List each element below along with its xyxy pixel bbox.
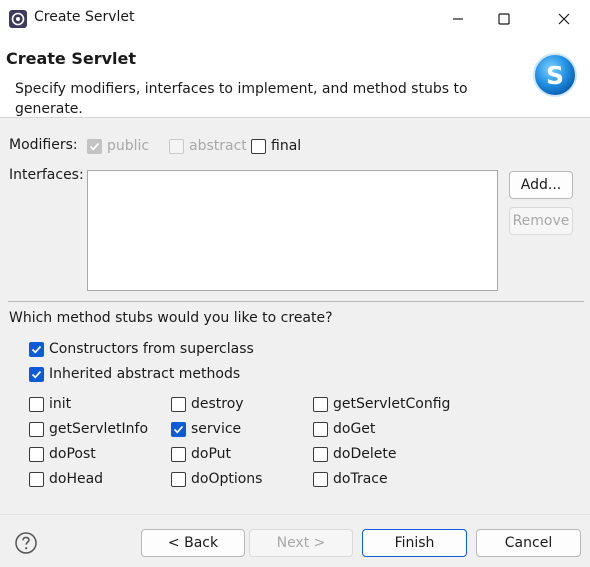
dooptions-checkbox[interactable] <box>171 471 186 487</box>
wizard-header: Create Servlet Specify modifiers, interf… <box>0 38 590 118</box>
remove-interface-button[interactable]: Remove <box>509 207 573 235</box>
interfaces-label: Interfaces: <box>9 167 84 183</box>
close-icon <box>558 13 570 25</box>
doget-checkbox[interactable] <box>313 421 328 437</box>
stub-init[interactable]: init <box>29 394 71 414</box>
back-button[interactable]: < Back <box>141 529 245 557</box>
footer-divider <box>0 514 590 515</box>
dotrace-label[interactable]: doTrace <box>333 471 388 487</box>
section-divider <box>8 301 584 302</box>
dohead-label[interactable]: doHead <box>49 471 103 487</box>
stub-dotrace[interactable]: doTrace <box>313 469 388 489</box>
stub-service[interactable]: service <box>171 419 241 439</box>
dopost-checkbox[interactable] <box>29 446 44 462</box>
page-title: Create Servlet <box>6 49 137 68</box>
interfaces-list[interactable] <box>87 170 498 291</box>
stub-destroy[interactable]: destroy <box>171 394 244 414</box>
dodelete-checkbox[interactable] <box>313 446 328 462</box>
dohead-checkbox[interactable] <box>29 471 44 487</box>
minimize-button[interactable] <box>435 0 481 38</box>
stub-inherited-abstract[interactable]: Inherited abstract methods <box>29 364 240 384</box>
getservletconfig-checkbox[interactable] <box>313 396 328 412</box>
constructors-label[interactable]: Constructors from superclass <box>49 341 254 357</box>
maximize-icon <box>498 13 510 25</box>
constructors-checkbox[interactable] <box>29 341 44 357</box>
dooptions-label[interactable]: doOptions <box>191 471 262 487</box>
stub-constructors[interactable]: Constructors from superclass <box>29 339 254 359</box>
stub-dodelete[interactable]: doDelete <box>313 444 396 464</box>
inherited-abstract-checkbox[interactable] <box>29 366 44 382</box>
service-label[interactable]: service <box>191 421 241 437</box>
window-title: Create Servlet <box>34 9 135 25</box>
cancel-button[interactable]: Cancel <box>476 529 581 557</box>
close-button[interactable] <box>541 0 587 38</box>
stub-getservletinfo[interactable]: getServletInfo <box>29 419 148 439</box>
init-checkbox[interactable] <box>29 396 44 412</box>
dopost-label[interactable]: doPost <box>49 446 96 462</box>
modifiers-label: Modifiers: <box>9 137 78 153</box>
public-checkbox <box>87 138 102 154</box>
final-checkbox[interactable] <box>251 138 266 154</box>
destroy-checkbox[interactable] <box>171 396 186 412</box>
stub-doget[interactable]: doGet <box>313 419 375 439</box>
modifier-public: public <box>87 136 149 156</box>
minimize-icon <box>453 18 463 20</box>
stubs-question: Which method stubs would you like to cre… <box>9 310 333 326</box>
maximize-button[interactable] <box>481 0 527 38</box>
add-interface-button[interactable]: Add... <box>509 171 573 199</box>
next-button[interactable]: Next > <box>249 529 353 557</box>
doput-checkbox[interactable] <box>171 446 186 462</box>
getservletinfo-checkbox[interactable] <box>29 421 44 437</box>
stub-dopost[interactable]: doPost <box>29 444 96 464</box>
eclipse-icon <box>8 9 28 29</box>
destroy-label[interactable]: destroy <box>191 396 244 412</box>
public-label: public <box>107 138 150 154</box>
abstract-label: abstract <box>189 138 247 154</box>
dodelete-label[interactable]: doDelete <box>333 446 396 462</box>
init-label[interactable]: init <box>49 396 71 412</box>
service-checkbox[interactable] <box>171 421 186 437</box>
dotrace-checkbox[interactable] <box>313 471 328 487</box>
inherited-abstract-label[interactable]: Inherited abstract methods <box>49 366 240 382</box>
modifier-final[interactable]: final <box>251 136 301 156</box>
page-description: Specify modifiers, interfaces to impleme… <box>15 81 468 117</box>
getservletconfig-label[interactable]: getServletConfig <box>333 396 450 412</box>
getservletinfo-label[interactable]: getServletInfo <box>49 421 148 437</box>
modifier-abstract: abstract <box>169 136 247 156</box>
stub-doput[interactable]: doPut <box>171 444 231 464</box>
help-icon[interactable] <box>14 531 38 555</box>
stub-dooptions[interactable]: doOptions <box>171 469 262 489</box>
servlet-logo-icon: S <box>533 53 577 97</box>
stub-getservletconfig[interactable]: getServletConfig <box>313 394 450 414</box>
abstract-checkbox <box>169 138 184 154</box>
finish-button[interactable]: Finish <box>362 529 467 557</box>
logo-letter: S <box>546 61 564 90</box>
stub-dohead[interactable]: doHead <box>29 469 103 489</box>
doget-label[interactable]: doGet <box>333 421 375 437</box>
doput-label[interactable]: doPut <box>191 446 231 462</box>
final-label[interactable]: final <box>271 138 301 154</box>
title-bar: Create Servlet <box>0 0 590 38</box>
